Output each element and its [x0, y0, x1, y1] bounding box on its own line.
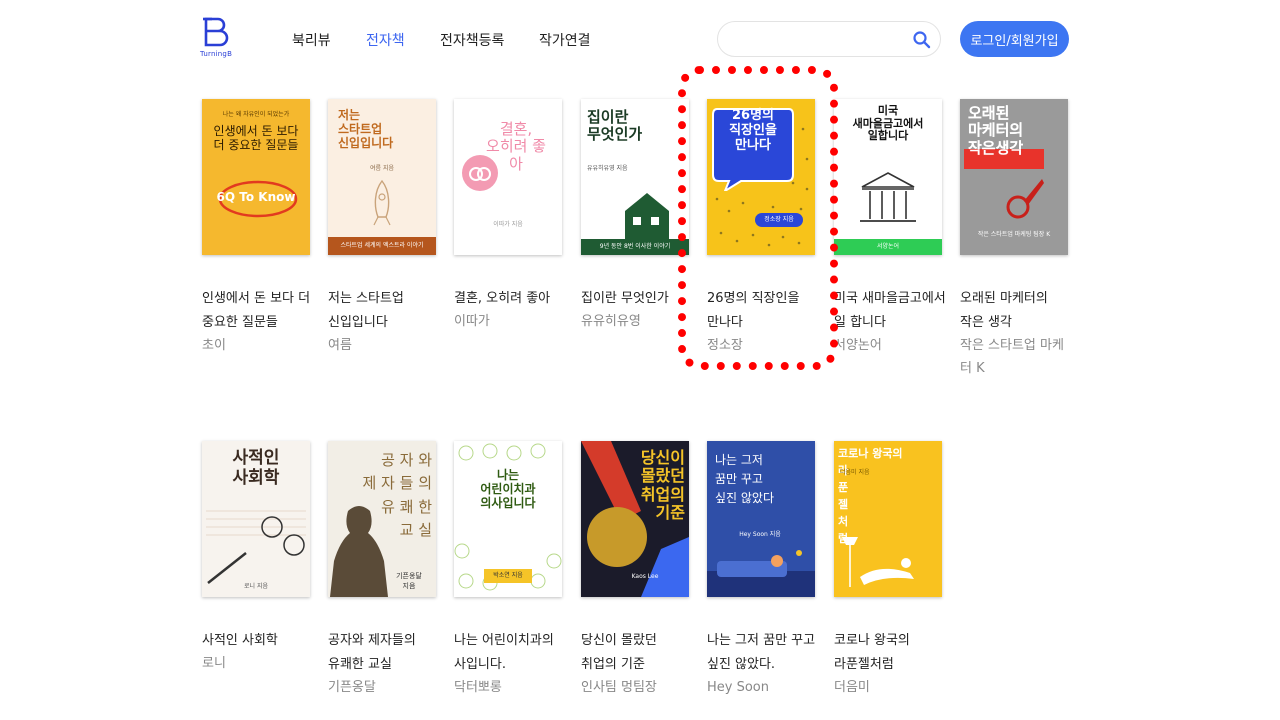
book-cover[interactable]: 결혼, 오히려 좋아 이따가 지음	[454, 99, 562, 255]
rocket-icon	[373, 179, 391, 226]
book-title[interactable]: 코로나 왕국의 라푼젤처럼	[834, 629, 946, 677]
book-author: 초이	[202, 338, 226, 353]
cover-subtitle: 더음미 지음	[840, 469, 870, 476]
cover-title: 저는 스타트업 신입입니다	[338, 108, 394, 150]
cover-band: 스타트업 세계의 엑스트라 이야기	[328, 237, 436, 255]
rings-icon	[462, 155, 498, 191]
book-cover[interactable]: 미국 새마을금고에서 일합니다 서양논어	[834, 99, 942, 255]
nav-ebook-register[interactable]: 전자책등록	[440, 30, 504, 50]
cover-title: 집이란 무엇인가	[587, 108, 643, 144]
book-title[interactable]: 집이란 무엇인가	[581, 287, 693, 311]
book-author: 인사팀 멍팀장	[581, 680, 657, 695]
login-signup-button[interactable]: 로그인/회원가입	[960, 21, 1069, 57]
book-title[interactable]: 결혼, 오히려 좋아	[454, 287, 566, 311]
logo-b-icon	[203, 17, 229, 47]
book-cover[interactable]: 26명의 직장인을 만나다 정소장 지음	[707, 99, 815, 255]
glasses-pencil-icon	[206, 510, 306, 584]
cover-subtitle: Kaos Lee	[631, 573, 659, 580]
book-cover[interactable]: 사적인 사회학 로니 지음	[202, 441, 310, 597]
confucius-statue-icon	[330, 506, 388, 597]
cover-subtitle: 이따가 지음	[493, 221, 523, 228]
book-cover[interactable]: 나는 그저 꿈만 꾸고 싶진 않았다 Hey Soon 지음	[707, 441, 815, 597]
book-title[interactable]: 공자와 제자들의 유쾌한 교실	[328, 629, 440, 677]
reading-woman-icon	[842, 537, 914, 587]
cover-title: 코로나 왕국의 라 푼 젤 처 럼	[838, 447, 903, 545]
cover-title: 미국 새마을금고에서 일합니다	[852, 104, 924, 143]
cover-subtitle: 기픈옹달 지음	[396, 572, 422, 590]
cover-title-overlay: 오래된 마케터의 작은생각	[968, 104, 1024, 157]
book-title[interactable]: 당신이 몰랐던 취업의 기준	[581, 629, 693, 677]
book-title[interactable]: 26명의 직장인을 만나다	[707, 287, 819, 335]
nav-author-connect[interactable]: 작가연결	[539, 30, 591, 50]
cover-author-badge: 정소장 지음	[755, 213, 803, 227]
cover-title: 나는 그저 꿈만 꾸고 싶진 않았다	[715, 453, 775, 506]
book-title[interactable]: 오래된 마케터의 작은 생각	[960, 287, 1072, 335]
logo[interactable]: TurningB	[200, 16, 236, 62]
book-author: 서양논어	[834, 338, 882, 353]
cover-badge: 6Q To Know	[216, 190, 296, 204]
book-title[interactable]: 나는 어린이치과의 사입니다.	[454, 629, 566, 677]
cover-title: 당신이 몰랐던 취업의 기준	[640, 448, 685, 523]
cover-subtitle: 유유히유영 지음	[587, 165, 628, 172]
book-cover[interactable]: 나는 어린이치과 의사입니다 박소연 지음	[454, 441, 562, 597]
brand-name: TurningB	[200, 50, 233, 58]
cover-subtitle: 로니 지음	[244, 583, 268, 590]
book-author: 기픈옹달	[328, 680, 376, 695]
cover-subtitle: 작은 스타트업 마케팅 팀장 K	[977, 231, 1051, 238]
book-cover[interactable]: 집이란 무엇인가 유유히유영 지음 9년 동안 8번 이사한 이야기	[581, 99, 689, 255]
nav-ebook[interactable]: 전자책	[366, 30, 405, 50]
book-title[interactable]: 저는 스타트업 신입입니다	[328, 287, 440, 335]
cover-subtitle: 여름 지음	[370, 165, 394, 172]
knife-icon	[1006, 179, 1044, 219]
book-author: Hey Soon	[707, 680, 769, 695]
search-box	[717, 21, 941, 57]
house-icon	[625, 193, 669, 239]
book-cover[interactable]: 오래된 마케터의 작은생각 오래된 마케터의 작은생각 작은 스타트업 마케팅 …	[960, 99, 1068, 255]
book-author: 이따가	[454, 314, 490, 329]
book-author: 더음미	[834, 680, 870, 695]
book-cover[interactable]: 저는 스타트업 신입입니다 여름 지음 스타트업 세계의 엑스트라 이야기	[328, 99, 436, 255]
book-cover[interactable]: 코로나 왕국의 라 푼 젤 처 럼 더음미 지음	[834, 441, 942, 597]
sleeping-bed-icon	[707, 550, 815, 597]
cover-subtitle: Hey Soon 지음	[739, 531, 781, 538]
book-title[interactable]: 나는 그저 꿈만 꾸고 싶진 않았다.	[707, 629, 819, 677]
search-icon[interactable]	[912, 30, 932, 50]
book-author: 로니	[202, 656, 226, 671]
book-cover[interactable]: 나는 왜 자유인이 되었는가 인생에서 돈 보다 더 중요한 질문들 6Q To…	[202, 99, 310, 255]
book-author: 여름	[328, 338, 352, 353]
nav-book-review[interactable]: 북리뷰	[292, 30, 331, 50]
cover-title: 사적인 사회학	[232, 448, 280, 488]
book-author: 닥터뽀롱	[454, 680, 502, 695]
cover-title: 26명의 직장인을 만나다	[729, 108, 777, 153]
cover-title: 인생에서 돈 보다 더 중요한 질문들	[213, 124, 299, 152]
book-title[interactable]: 인생에서 돈 보다 더 중요한 질문들	[202, 287, 314, 335]
cover-band: 서양논어	[834, 239, 942, 255]
cover-subtitle: 나는 왜 자유인이 되었는가	[222, 111, 290, 118]
cover-author-badge: 박소연 지음	[484, 569, 532, 583]
book-title[interactable]: 사적인 사회학	[202, 629, 314, 653]
book-author: 작은 스타트업 마케터 K	[960, 338, 1064, 376]
search-input[interactable]	[732, 28, 906, 52]
bank-building-icon	[860, 172, 916, 222]
book-author: 유유히유영	[581, 314, 641, 329]
cover-title: 나는 어린이치과 의사입니다	[480, 468, 536, 510]
book-cover[interactable]: 공 자 와 제 자 들 의 유 쾌 한 교 실 기픈옹달 지음	[328, 441, 436, 597]
book-author: 정소장	[707, 338, 743, 353]
book-cover[interactable]: 당신이 몰랐던 취업의 기준 Kaos Lee	[581, 441, 689, 597]
book-title[interactable]: 미국 새마을금고에서 일 합니다	[834, 287, 946, 335]
cover-band: 9년 동안 8번 이사한 이야기	[581, 239, 689, 255]
